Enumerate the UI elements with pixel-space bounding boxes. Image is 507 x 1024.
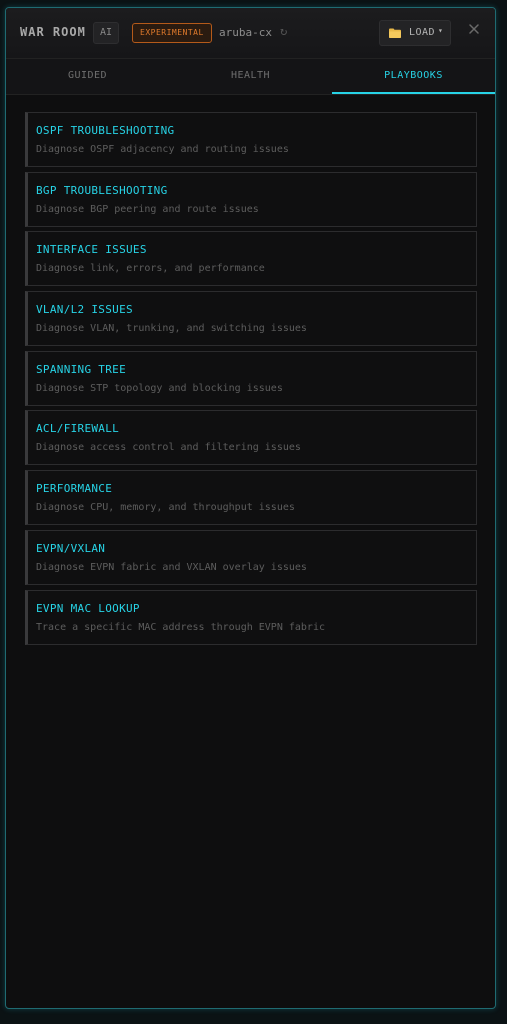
refresh-icon[interactable]: ↻	[280, 24, 287, 38]
playbook-description: Diagnose VLAN, trunking, and switching i…	[36, 323, 307, 335]
playbook-title: OSPF TROUBLESHOOTING	[36, 124, 175, 137]
playbook-title: EVPN/VXLAN	[36, 541, 106, 555]
load-label: LOAD	[409, 27, 436, 38]
playbook-description: Diagnose BGP peering and route issues	[36, 203, 259, 215]
playbook-description: Diagnose OSPF adjacency and routing issu…	[36, 144, 289, 155]
playbook-bgp[interactable]: BGP TROUBLESHOOTING Diagnose BGP peering…	[25, 171, 477, 227]
tab-bar: GUIDED HEALTH PLAYBOOKS	[6, 59, 495, 95]
device-name: aruba-cx	[219, 26, 272, 39]
tab-guided[interactable]: GUIDED	[6, 59, 169, 94]
load-button[interactable]: LOAD ▾	[379, 20, 451, 46]
playbook-title: SPANNING TREE	[36, 362, 126, 376]
playbook-title: PERFORMANCE	[36, 482, 113, 496]
playbook-title: ACL/FIREWALL	[36, 422, 120, 436]
experimental-badge: EXPERIMENTAL	[132, 23, 212, 43]
playbook-list: OSPF TROUBLESHOOTING Diagnose OSPF adjac…	[25, 112, 477, 649]
playbook-vlan-l2[interactable]: VLAN/L2 ISSUES Diagnose VLAN, trunking, …	[25, 291, 477, 347]
playbook-description: Diagnose CPU, memory, and throughput iss…	[36, 502, 295, 514]
panel-title: WAR ROOM	[20, 25, 86, 39]
playbook-description: Diagnose EVPN fabric and VXLAN overlay i…	[36, 561, 307, 573]
playbook-description: Diagnose STP topology and blocking issue…	[36, 382, 283, 394]
playbook-description: Diagnose link, errors, and performance	[36, 263, 265, 275]
ai-badge: AI	[93, 22, 119, 44]
folder-icon	[389, 28, 401, 38]
tab-playbooks[interactable]: PLAYBOOKS	[332, 59, 495, 94]
playbook-title: BGP TROUBLESHOOTING	[36, 183, 168, 197]
playbook-title: EVPN MAC LOOKUP	[36, 601, 140, 615]
playbook-evpn-mac-lookup[interactable]: EVPN MAC LOOKUP Trace a specific MAC add…	[25, 589, 477, 645]
playbook-acl-firewall[interactable]: ACL/FIREWALL Diagnose access control and…	[25, 410, 477, 466]
playbook-evpn-vxlan[interactable]: EVPN/VXLAN Diagnose EVPN fabric and VXLA…	[25, 529, 477, 585]
tab-health[interactable]: HEALTH	[169, 59, 332, 94]
playbook-interface[interactable]: INTERFACE ISSUES Diagnose link, errors, …	[25, 231, 477, 287]
playbook-title: INTERFACE ISSUES	[36, 243, 147, 257]
war-room-panel: WAR ROOM AI EXPERIMENTAL aruba-cx ↻ LOAD…	[5, 7, 496, 1009]
close-icon[interactable]	[467, 22, 481, 36]
playbook-description: Trace a specific MAC address through EVP…	[36, 621, 325, 633]
chevron-down-icon: ▾	[438, 26, 443, 35]
playbook-description: Diagnose access control and filtering is…	[36, 442, 301, 454]
panel-header: WAR ROOM AI EXPERIMENTAL aruba-cx ↻ LOAD…	[6, 8, 495, 59]
playbook-title: VLAN/L2 ISSUES	[36, 303, 133, 317]
playbook-spanning-tree[interactable]: SPANNING TREE Diagnose STP topology and …	[25, 350, 477, 406]
playbook-ospf[interactable]: OSPF TROUBLESHOOTING Diagnose OSPF adjac…	[25, 112, 477, 167]
playbook-performance[interactable]: PERFORMANCE Diagnose CPU, memory, and th…	[25, 470, 477, 526]
